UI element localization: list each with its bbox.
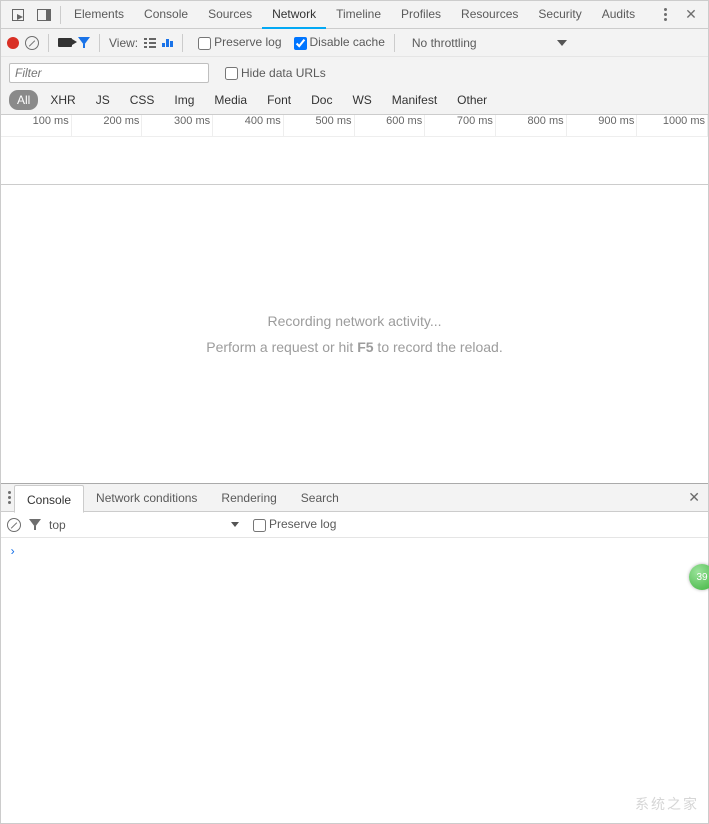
tab-profiles[interactable]: Profiles [391, 1, 451, 29]
separator [394, 34, 395, 52]
inspect-element-icon[interactable] [7, 4, 29, 26]
tab-audits[interactable]: Audits [592, 1, 645, 29]
type-pill-all[interactable]: All [9, 90, 38, 110]
more-menu-icon[interactable] [654, 4, 676, 26]
chevron-down-icon [231, 522, 239, 527]
request-type-filter: All XHR JS CSS Img Media Font Doc WS Man… [1, 85, 708, 115]
tick: 800 ms [496, 115, 567, 136]
drawer-tab-network-conditions[interactable]: Network conditions [84, 484, 209, 512]
drawer-tab-search[interactable]: Search [289, 484, 351, 512]
drawer: Console Network conditions Rendering Sea… [1, 483, 708, 823]
type-pill-media[interactable]: Media [206, 91, 255, 109]
close-devtools-icon[interactable]: ✕ [680, 4, 702, 26]
disable-cache-checkbox[interactable]: Disable cache [288, 35, 385, 49]
type-pill-font[interactable]: Font [259, 91, 299, 109]
filter-bar: Hide data URLs [1, 57, 708, 85]
tick: 600 ms [355, 115, 426, 136]
drawer-tab-console[interactable]: Console [14, 485, 84, 513]
separator [182, 34, 183, 52]
execution-context-select[interactable]: top [49, 518, 239, 532]
console-toolbar: top Preserve log [1, 512, 708, 538]
empty-line1: Recording network activity... [267, 313, 441, 329]
type-pill-other[interactable]: Other [449, 91, 495, 109]
view-waterfall-icon[interactable] [162, 39, 173, 47]
tab-resources[interactable]: Resources [451, 1, 528, 29]
type-pill-doc[interactable]: Doc [303, 91, 340, 109]
view-label: View: [109, 36, 138, 50]
separator [99, 34, 100, 52]
record-icon[interactable] [7, 37, 19, 49]
drawer-tab-rendering[interactable]: Rendering [209, 484, 288, 512]
hide-data-urls-checkbox[interactable]: Hide data URLs [219, 66, 326, 80]
tick: 400 ms [213, 115, 284, 136]
tick: 700 ms [425, 115, 496, 136]
overview-timeline[interactable]: 100 ms 200 ms 300 ms 400 ms 500 ms 600 m… [1, 115, 708, 185]
floating-badge[interactable]: 39 [689, 564, 709, 590]
type-pill-js[interactable]: JS [88, 91, 118, 109]
devtools-tabstrip: Elements Console Sources Network Timelin… [1, 1, 708, 29]
chevron-down-icon [557, 40, 567, 46]
view-list-icon[interactable] [144, 38, 156, 48]
filter-toggle-icon[interactable] [78, 37, 90, 48]
throttling-select[interactable]: No throttling [404, 36, 571, 50]
tab-timeline[interactable]: Timeline [326, 1, 391, 29]
tab-elements[interactable]: Elements [64, 1, 134, 29]
tick: 900 ms [567, 115, 638, 136]
tick: 300 ms [142, 115, 213, 136]
tick: 500 ms [284, 115, 355, 136]
separator [60, 6, 61, 24]
tab-console[interactable]: Console [134, 1, 198, 29]
clear-icon[interactable] [25, 36, 39, 50]
type-pill-xhr[interactable]: XHR [42, 91, 83, 109]
tick: 200 ms [72, 115, 143, 136]
tick: 100 ms [1, 115, 72, 136]
console-filter-icon[interactable] [29, 519, 41, 530]
drawer-tabstrip: Console Network conditions Rendering Sea… [1, 484, 708, 512]
console-prompt: › [9, 545, 16, 559]
empty-line2: Perform a request or hit F5 to record th… [206, 339, 502, 355]
type-pill-css[interactable]: CSS [122, 91, 163, 109]
capture-screenshot-icon[interactable] [58, 38, 72, 47]
type-pill-ws[interactable]: WS [344, 91, 379, 109]
network-empty-state: Recording network activity... Perform a … [1, 185, 708, 483]
preserve-log-checkbox[interactable]: Preserve log [192, 35, 281, 49]
tab-network[interactable]: Network [262, 1, 326, 29]
network-toolbar: View: Preserve log Disable cache No thro… [1, 29, 708, 57]
clear-console-icon[interactable] [7, 518, 21, 532]
console-preserve-log-checkbox[interactable]: Preserve log [247, 517, 336, 531]
console-body[interactable]: › [1, 538, 708, 823]
tab-sources[interactable]: Sources [198, 1, 262, 29]
device-mode-icon[interactable] [33, 4, 55, 26]
tab-security[interactable]: Security [528, 1, 591, 29]
type-pill-manifest[interactable]: Manifest [384, 91, 445, 109]
close-drawer-icon[interactable]: ✕ [684, 489, 704, 506]
separator [48, 34, 49, 52]
type-pill-img[interactable]: Img [166, 91, 202, 109]
tick: 1000 ms [637, 115, 708, 136]
filter-input[interactable] [9, 63, 209, 83]
drawer-more-icon[interactable] [5, 488, 14, 507]
